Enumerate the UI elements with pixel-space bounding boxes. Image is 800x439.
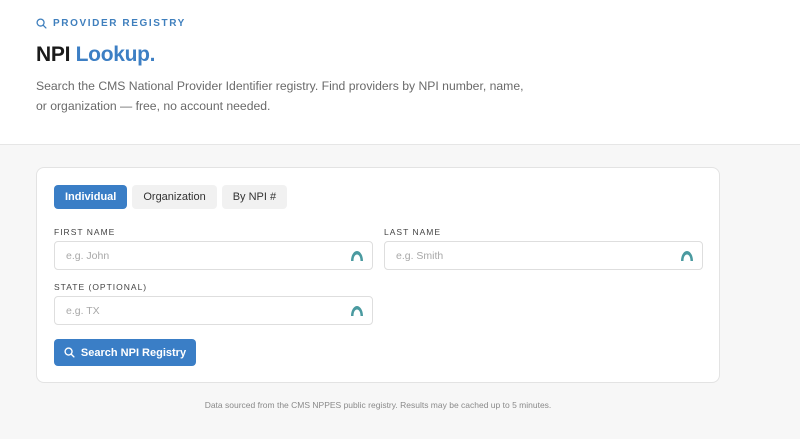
title-accent: Lookup. <box>75 43 156 66</box>
first-name-input[interactable] <box>55 242 372 269</box>
state-label: STATE (OPTIONAL) <box>54 282 148 292</box>
eyebrow: PROVIDER REGISTRY <box>36 18 186 29</box>
last-name-label: LAST NAME <box>384 227 442 237</box>
autofill-icon[interactable] <box>680 250 694 262</box>
search-button-label: Search NPI Registry <box>80 346 187 359</box>
page-title: NPI Lookup. <box>36 43 156 67</box>
first-name-label: FIRST NAME <box>54 227 116 237</box>
page-header: PROVIDER REGISTRY NPI Lookup. Search the… <box>0 0 800 145</box>
page-subtitle: Search the CMS National Provider Identif… <box>36 79 524 113</box>
state-input[interactable] <box>55 297 372 324</box>
search-icon <box>36 18 47 29</box>
autofill-icon[interactable] <box>350 250 364 262</box>
title-main: NPI <box>36 43 71 66</box>
last-name-input[interactable] <box>385 242 702 269</box>
first-name-field-wrap <box>54 241 373 270</box>
search-npi-button[interactable]: Search NPI Registry <box>54 339 196 366</box>
tab-by-npi[interactable]: By NPI # <box>221 185 288 209</box>
search-card: Individual Organization By NPI # FIRST N… <box>36 167 720 383</box>
autofill-icon[interactable] <box>350 305 364 317</box>
tab-organization[interactable]: Organization <box>132 185 217 209</box>
search-icon <box>64 347 75 358</box>
tab-individual[interactable]: Individual <box>54 185 128 209</box>
eyebrow-label: PROVIDER REGISTRY <box>53 18 186 29</box>
last-name-field-wrap <box>384 241 703 270</box>
search-mode-tabs: Individual Organization By NPI # <box>54 185 288 209</box>
state-field-wrap <box>54 296 373 325</box>
footer-note: Data sourced from the CMS NPPES public r… <box>204 400 552 410</box>
